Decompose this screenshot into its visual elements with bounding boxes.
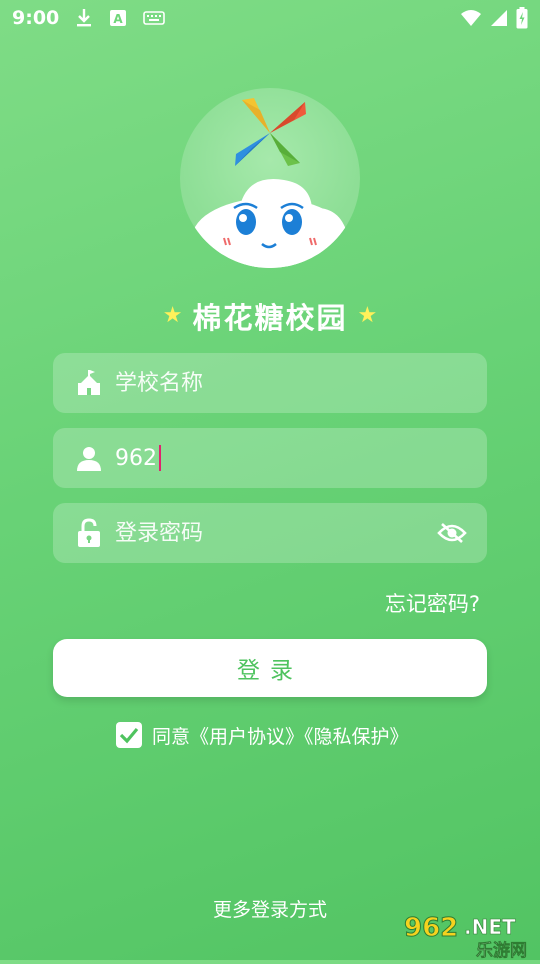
watermark-logo: 962 .NET 乐游网 — [398, 906, 540, 962]
pinwheel-icon — [235, 98, 306, 166]
password-input[interactable] — [115, 520, 487, 546]
download-icon — [75, 8, 93, 28]
app-title-row: ★ 棉花糖校园 ★ — [0, 296, 540, 336]
star-icon: ★ — [357, 303, 378, 328]
svg-text:A: A — [114, 12, 124, 26]
status-time: 9:00 — [12, 7, 60, 29]
app-title: 棉花糖校园 — [192, 301, 348, 335]
status-right — [460, 7, 528, 29]
svg-text:.NET: .NET — [464, 915, 516, 939]
app-logo-avatar — [180, 88, 360, 268]
school-field[interactable] — [53, 353, 487, 413]
svg-text:962: 962 — [404, 913, 458, 943]
account-input[interactable]: 962 — [115, 445, 487, 471]
password-field[interactable] — [53, 503, 487, 563]
user-icon — [75, 444, 103, 472]
login-button[interactable]: 登录 — [53, 639, 487, 697]
agreement-text[interactable]: 同意《用户协议》《隐私保护》 — [152, 722, 409, 749]
school-input[interactable] — [115, 370, 487, 396]
star-icon: ★ — [162, 303, 183, 328]
wifi-icon — [460, 9, 482, 27]
account-field[interactable]: 962 — [53, 428, 487, 488]
school-icon — [75, 369, 103, 397]
svg-text:乐游网: 乐游网 — [476, 940, 527, 960]
lock-icon — [75, 518, 103, 547]
keyboard-icon — [143, 11, 166, 25]
status-left: 9:00 A — [12, 7, 166, 29]
a-keyboard-icon: A — [109, 9, 127, 27]
agree-checkbox[interactable] — [116, 722, 142, 748]
account-value: 962 — [115, 445, 157, 471]
signal-icon — [490, 9, 508, 27]
forgot-password-link[interactable]: 忘记密码? — [385, 588, 480, 618]
status-bar: 9:00 A — [0, 0, 540, 36]
battery-charging-icon — [516, 7, 528, 29]
agreement-row: 同意《用户协议》《隐私保护》 — [116, 718, 409, 752]
check-icon — [119, 727, 139, 744]
text-cursor — [159, 445, 161, 471]
eye-off-icon[interactable] — [437, 519, 467, 547]
